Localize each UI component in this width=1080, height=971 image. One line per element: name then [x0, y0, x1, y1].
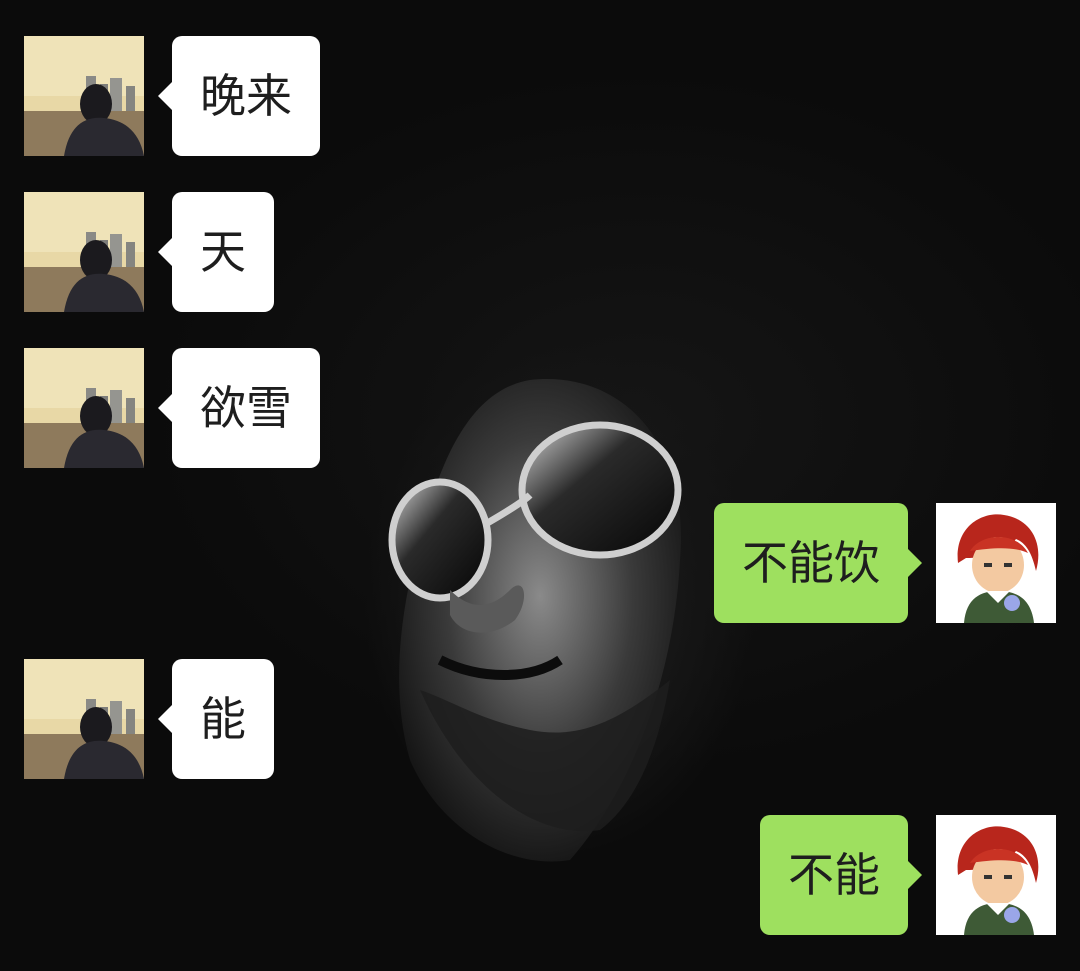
- incoming-message[interactable]: 能: [24, 659, 274, 779]
- message-bubble[interactable]: 天: [158, 192, 274, 312]
- message-bubble[interactable]: 欲雪: [158, 348, 320, 468]
- message-bubble[interactable]: 不能: [760, 815, 922, 935]
- incoming-message[interactable]: 天: [24, 192, 274, 312]
- contact-avatar[interactable]: [24, 659, 144, 779]
- message-bubble[interactable]: 能: [158, 659, 274, 779]
- self-avatar[interactable]: [936, 503, 1056, 623]
- outgoing-message[interactable]: 不能: [760, 815, 1056, 935]
- incoming-message[interactable]: 欲雪: [24, 348, 320, 468]
- contact-avatar[interactable]: [24, 192, 144, 312]
- message-bubble[interactable]: 不能饮: [714, 503, 922, 623]
- incoming-message[interactable]: 晚来: [24, 36, 320, 156]
- contact-avatar[interactable]: [24, 36, 144, 156]
- contact-avatar[interactable]: [24, 348, 144, 468]
- outgoing-message[interactable]: 不能饮: [714, 503, 1056, 623]
- self-avatar[interactable]: [936, 815, 1056, 935]
- chat-message-list[interactable]: 晚来 天 欲雪 不能饮 能 不能: [0, 0, 1080, 971]
- message-bubble[interactable]: 晚来: [158, 36, 320, 156]
